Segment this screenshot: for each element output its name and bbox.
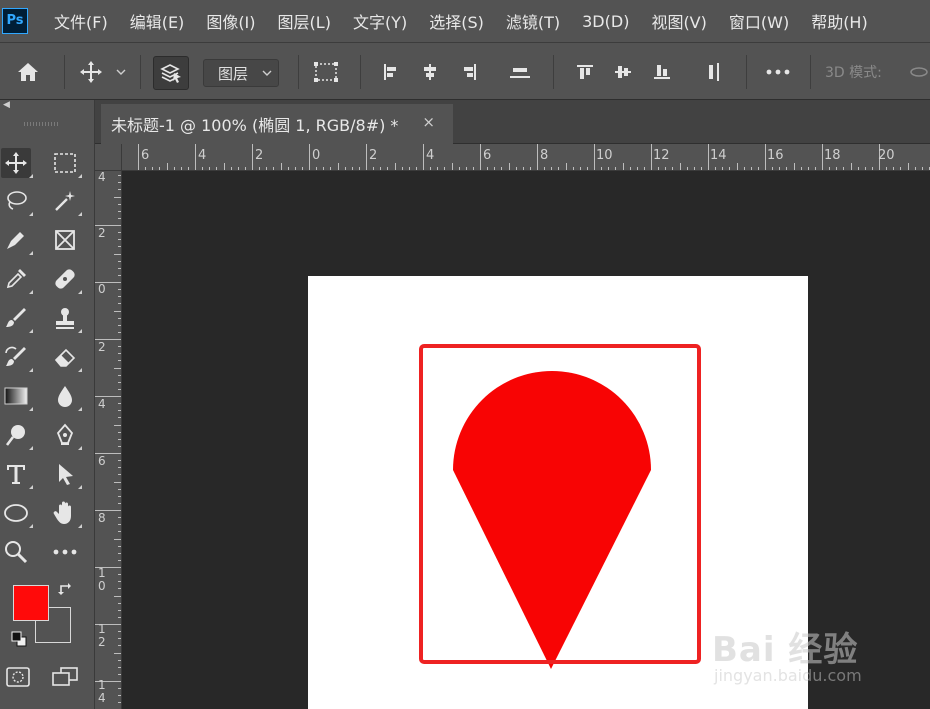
auto-select-target-value: 图层 — [218, 64, 249, 83]
move-tool-button[interactable] — [1, 148, 33, 178]
eyedropper-tool-button[interactable] — [1, 264, 33, 294]
align-left-edges-icon[interactable] — [378, 43, 404, 101]
horizontal-ruler-ticks — [138, 144, 930, 170]
panel-collapse-icon[interactable]: ◀ — [3, 100, 10, 110]
ruler-label: 0 — [312, 148, 321, 163]
ruler-label: 4 — [98, 171, 106, 184]
distribute-vertical-icon[interactable] — [700, 43, 726, 101]
ruler-label: 4 — [98, 397, 106, 411]
tool-preset-chevron-down-icon[interactable] — [112, 43, 130, 101]
move-tool-icon[interactable] — [76, 43, 106, 101]
document-tab-title: 未标题-1 @ 100% (椭圆 1, RGB/8#) * — [111, 116, 399, 135]
edit-toolbar-more-icon[interactable] — [50, 537, 80, 567]
hand-tool-button[interactable] — [50, 498, 82, 528]
history-brush-tool-button[interactable] — [1, 342, 33, 372]
align-horizontal-centers-icon[interactable] — [417, 43, 443, 101]
vertical-ruler[interactable]: 4 2 0 2 4 6 8 1 0 1 2 1 4 — [95, 171, 122, 709]
clone-stamp-tool-button[interactable] — [50, 303, 82, 333]
menu-3d[interactable]: 3D(D) — [582, 12, 629, 31]
menu-window[interactable]: 窗口(W) — [729, 9, 789, 33]
magic-wand-tool-button[interactable] — [50, 186, 82, 216]
ruler-label: 2 — [255, 148, 264, 163]
marquee-tool-button[interactable] — [50, 148, 82, 178]
horizontal-ruler[interactable]: 6 4 2 0 2 4 6 8 10 12 14 16 18 20 — [122, 144, 930, 171]
ruler-label: 10 — [596, 148, 613, 163]
chevron-down-icon — [262, 70, 272, 76]
foreground-color-swatch[interactable] — [13, 585, 49, 621]
more-options-icon[interactable] — [764, 43, 792, 101]
teardrop-shape[interactable] — [453, 371, 651, 669]
ruler-label: 20 — [878, 148, 895, 163]
align-right-edges-icon[interactable] — [456, 43, 482, 101]
options-bar: 图层 3D 模式: — [0, 42, 930, 100]
eraser-tool-button[interactable] — [50, 342, 82, 372]
lasso-tool-button[interactable] — [1, 186, 33, 216]
ruler-origin[interactable] — [95, 144, 122, 171]
ruler-label: 8 — [98, 511, 106, 525]
ruler-label: 6 — [483, 148, 492, 163]
ruler-label: 4 — [426, 148, 435, 163]
ruler-label: 1 2 — [98, 622, 106, 649]
align-top-edges-icon[interactable] — [572, 43, 598, 101]
ruler-label: 2 — [98, 340, 106, 354]
show-transform-controls-icon[interactable] — [310, 43, 342, 101]
menu-file[interactable]: 文件(F) — [54, 9, 108, 33]
panel-grip[interactable] — [24, 122, 58, 126]
ruler-label: 16 — [767, 148, 784, 163]
menu-layer[interactable]: 图层(L) — [278, 9, 331, 33]
watermark-logo-text: Bai 经验 — [712, 630, 859, 670]
zoom-tool-button[interactable] — [1, 537, 31, 567]
swap-colors-icon[interactable] — [56, 578, 78, 600]
ruler-label: 12 — [653, 148, 670, 163]
default-colors-icon[interactable] — [8, 628, 30, 650]
gradient-tool-button[interactable] — [1, 381, 33, 411]
menu-type[interactable]: 文字(Y) — [353, 9, 407, 33]
blur-tool-button[interactable] — [50, 381, 82, 411]
ellipse-tool-button[interactable] — [1, 498, 33, 528]
dodge-tool-button[interactable] — [1, 420, 33, 450]
close-icon[interactable]: × — [422, 113, 435, 131]
ruler-label: 18 — [824, 148, 841, 163]
ruler-label: 4 — [198, 148, 207, 163]
baidu-jingyan-watermark: Bai 经验 jingyan.baidu.com — [712, 622, 922, 692]
align-vertical-centers-icon[interactable] — [610, 43, 636, 101]
crop-pen-tool-button[interactable] — [1, 225, 33, 255]
document-tab-bar: 未标题-1 @ 100% (椭圆 1, RGB/8#) * × — [95, 100, 930, 144]
ruler-label: 1 4 — [98, 678, 106, 705]
ruler-label: 8 — [540, 148, 549, 163]
auto-select-layers-icon[interactable] — [153, 56, 189, 90]
menu-select[interactable]: 选择(S) — [429, 9, 484, 33]
menu-filter[interactable]: 滤镜(T) — [506, 9, 560, 33]
brush-tool-button[interactable] — [1, 303, 33, 333]
ruler-label: 6 — [98, 454, 106, 468]
document-tab[interactable]: 未标题-1 @ 100% (椭圆 1, RGB/8#) * × — [101, 104, 453, 144]
ruler-label: 0 — [98, 282, 106, 296]
3d-orbit-icon — [908, 43, 930, 101]
frame-tool-button[interactable] — [50, 225, 80, 255]
ruler-label: 2 — [98, 226, 106, 240]
type-tool-button[interactable] — [1, 459, 33, 489]
screen-mode-icon[interactable] — [50, 662, 80, 692]
ruler-label: 14 — [710, 148, 727, 163]
menu-bar: Ps 文件(F) 编辑(E) 图像(I) 图层(L) 文字(Y) 选择(S) 滤… — [0, 0, 930, 42]
home-icon[interactable] — [12, 43, 44, 101]
align-bottom-edges-icon[interactable] — [649, 43, 675, 101]
menu-help[interactable]: 帮助(H) — [811, 9, 868, 33]
menu-view[interactable]: 视图(V) — [651, 9, 706, 33]
distribute-horizontal-icon[interactable] — [506, 43, 534, 101]
menu-edit[interactable]: 编辑(E) — [130, 9, 185, 33]
quick-mask-mode-icon[interactable] — [3, 662, 33, 692]
auto-select-target-dropdown[interactable]: 图层 — [203, 59, 279, 87]
path-selection-tool-button[interactable] — [50, 459, 82, 489]
watermark-url: jingyan.baidu.com — [714, 666, 862, 685]
ruler-label: 2 — [369, 148, 378, 163]
ruler-label: 1 0 — [98, 566, 106, 593]
menu-image[interactable]: 图像(I) — [206, 9, 255, 33]
photoshop-logo-icon: Ps — [2, 8, 28, 34]
pen-tool-button[interactable] — [50, 420, 82, 450]
healing-brush-tool-button[interactable] — [50, 264, 82, 294]
3d-mode-label: 3D 模式: — [825, 65, 882, 81]
ruler-label: 6 — [141, 148, 150, 163]
